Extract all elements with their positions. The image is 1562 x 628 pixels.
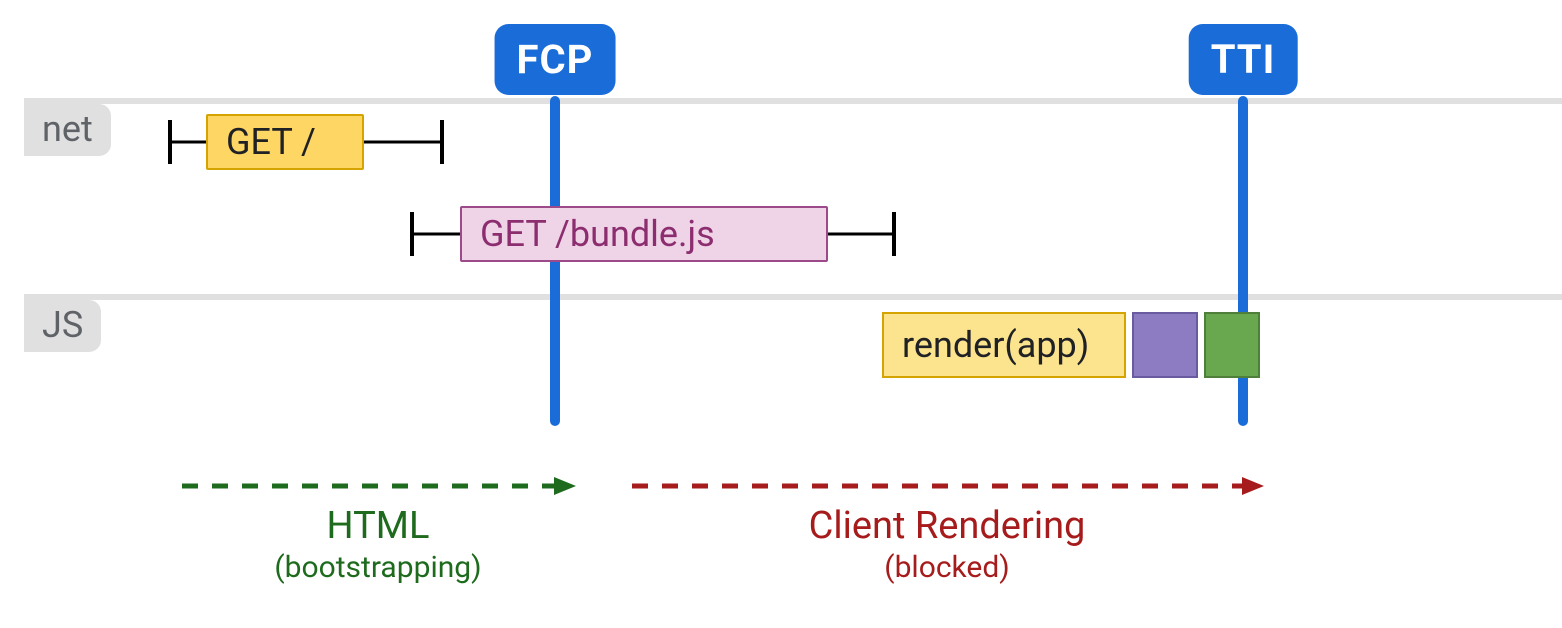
lane-label-net: net — [24, 104, 111, 156]
request-root-label: GET / — [226, 121, 316, 163]
js-task-render-label: render(app) — [902, 324, 1089, 366]
request-root-tick-right — [440, 120, 444, 164]
js-task-purple — [1132, 312, 1198, 378]
request-root-tick-left — [168, 120, 172, 164]
phase-arrow-html — [180, 472, 576, 500]
request-bundle-tick-right — [892, 212, 896, 256]
request-bundle: GET /bundle.js — [410, 206, 896, 262]
phase-cr-title: Client Rendering — [630, 504, 1264, 548]
phase-cr: Client Rendering (blocked) — [630, 504, 1264, 585]
request-root-box: GET / — [206, 114, 364, 170]
timeline-diagram: net JS FCP TTI GET / GET /bundle.js rend… — [0, 0, 1562, 628]
milestone-fcp-label: FCP — [495, 24, 616, 95]
request-bundle-label: GET /bundle.js — [480, 213, 715, 255]
request-root: GET / — [168, 114, 444, 170]
request-bundle-box: GET /bundle.js — [460, 206, 828, 262]
lane-label-js: JS — [24, 300, 101, 352]
phase-cr-sub: (blocked) — [630, 550, 1264, 585]
js-task-green — [1204, 312, 1260, 378]
phase-arrow-cr — [630, 472, 1264, 500]
js-task-render: render(app) — [882, 312, 1126, 378]
request-bundle-tick-left — [410, 212, 414, 256]
lane-separator-top — [24, 98, 1562, 104]
lane-separator-mid — [24, 294, 1562, 300]
phase-html: HTML (bootstrapping) — [180, 504, 576, 585]
phase-html-sub: (bootstrapping) — [180, 550, 576, 585]
phase-html-title: HTML — [180, 504, 576, 548]
milestone-tti-label: TTI — [1189, 24, 1298, 95]
